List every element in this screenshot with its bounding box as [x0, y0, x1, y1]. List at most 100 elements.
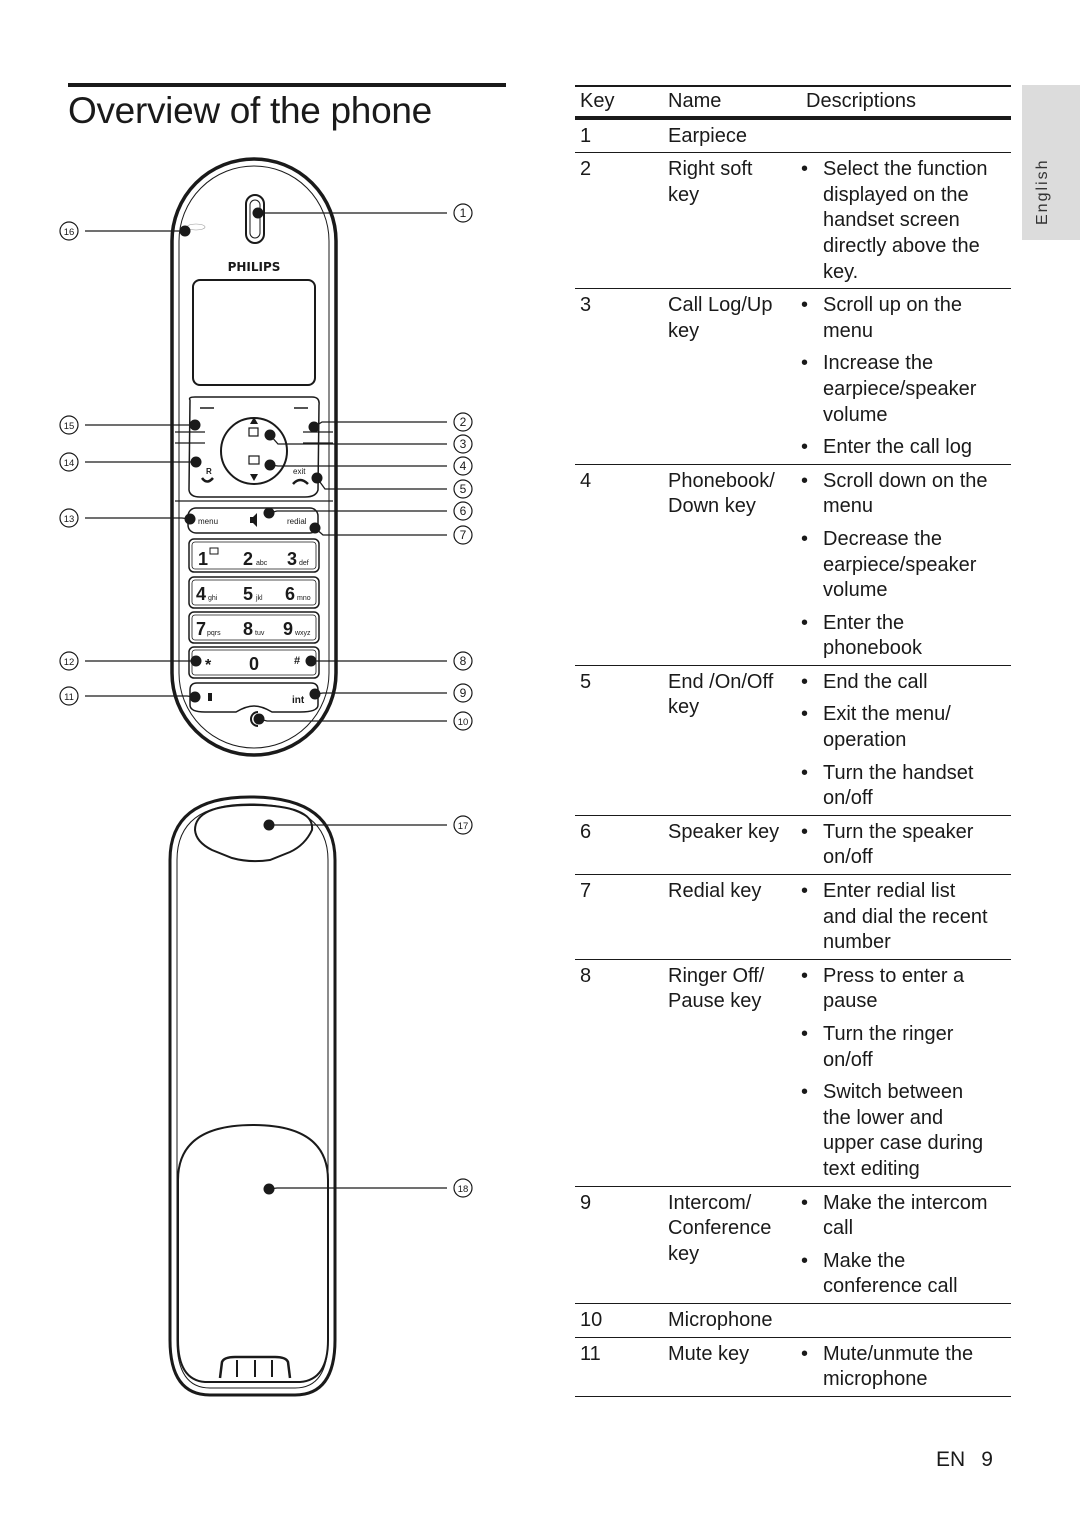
callout-dot: [305, 655, 317, 667]
callout-number: 17: [458, 821, 469, 832]
recall-key-label: R: [206, 467, 212, 476]
language-tab[interactable]: English: [1022, 85, 1080, 240]
table-row: 6 Speaker key • Turn the speaker on/off: [575, 815, 1011, 876]
callout-number: 1: [460, 206, 467, 220]
callout-number: 11: [64, 692, 74, 703]
callout-number: 8: [460, 654, 467, 668]
bullet-icon: •: [801, 761, 809, 784]
key-3-letters: def: [299, 560, 309, 567]
row-descriptions: • Make the intercom call • Make the confere…: [801, 1186, 1011, 1304]
row-descriptions: • Scroll down on the menu • Decrease the ea…: [801, 464, 1011, 666]
key-star: *: [205, 657, 212, 674]
row-name: Earpiece: [663, 117, 801, 154]
callout-dot: [263, 1183, 275, 1195]
key-6: 6: [285, 584, 295, 604]
callout-line: [85, 695, 196, 698]
row-name: Intercom/ Conference key: [663, 1186, 801, 1304]
phonebook-icon: [248, 455, 260, 465]
redial-key-label: redial: [287, 517, 307, 526]
display-screen: [192, 279, 316, 386]
callout-dot: [311, 472, 323, 484]
row-key: 10: [575, 1303, 663, 1338]
callout-dot: [264, 459, 276, 471]
callout-dot: [190, 456, 202, 468]
description-item: • Switch between the lower and upper case…: [801, 1080, 1011, 1182]
description-item: • Turn the handset on/off: [801, 761, 1011, 812]
callout-number: 2: [460, 415, 467, 429]
row-descriptions: • Enter redial list and dial the recent n…: [801, 874, 1011, 960]
bullet-icon: •: [801, 611, 809, 634]
row-key: 5: [575, 665, 663, 816]
row-key: 1: [575, 117, 663, 154]
bullet-icon: •: [801, 703, 809, 726]
callout-line: [269, 464, 447, 467]
key-1: 1: [198, 549, 208, 569]
description-item: • Enter the call log: [801, 435, 1011, 461]
callout-11: 11: [59, 686, 201, 706]
key-8-letters: tuv: [255, 630, 265, 637]
callout-18: 18: [263, 1178, 473, 1198]
description-item: • Press to enter a pause: [801, 964, 1011, 1015]
row-name: Phonebook/ Down key: [663, 464, 801, 666]
row-name: End /On/Off key: [663, 665, 801, 816]
table-row: 8 Ringer Off/ Pause key • Press to enter a …: [575, 959, 1011, 1187]
description-item: • Enter redial list and dial the recent n…: [801, 879, 1011, 956]
row-name: Right soft key: [663, 152, 801, 290]
callout-17: 17: [263, 815, 473, 835]
row-descriptions: [801, 117, 1011, 154]
key-3: 3: [287, 549, 297, 569]
callout-dot: [309, 688, 321, 700]
description-item: • Exit the menu/ operation: [801, 702, 1011, 753]
bullet-icon: •: [801, 469, 809, 492]
description-text: Make the intercom call: [823, 1191, 988, 1240]
row-name: Mute key: [663, 1337, 801, 1397]
row-descriptions: • End the call • Exit the menu/ operation • T…: [801, 665, 1011, 816]
key-hash: #: [294, 655, 300, 667]
menu-key-label: menu: [198, 517, 218, 526]
key-9-letters: wxyz: [294, 630, 311, 637]
callout-dot: [189, 419, 201, 431]
description-text: Decrease the earpiece/speaker volume: [823, 527, 977, 602]
callout-13: 13: [59, 508, 196, 528]
description-item: • Scroll down on the menu: [801, 469, 1011, 520]
bullet-icon: •: [801, 820, 809, 843]
bullet-icon: •: [801, 1249, 809, 1272]
description-text: End the call: [823, 670, 928, 693]
key-4: 4: [196, 584, 206, 604]
callout-10: 10: [253, 711, 473, 731]
description-text: Enter the phonebook: [823, 611, 922, 660]
callout-dot: [190, 655, 202, 667]
row-name: Redial key: [663, 874, 801, 960]
callout-number: 6: [460, 504, 467, 518]
bullet-icon: •: [801, 880, 809, 903]
bullet-icon: •: [801, 1191, 809, 1214]
key-7-letters: pqrs: [207, 630, 221, 637]
handset-back: [168, 795, 337, 1397]
key-9: 9: [283, 619, 293, 639]
callouts: 123456789101112131415161718: [59, 203, 473, 1198]
description-text: Mute/unmute the microphone: [823, 1342, 974, 1391]
table-row: 1 Earpiece: [575, 117, 1011, 154]
description-text: Switch between the lower and upper case …: [823, 1081, 984, 1180]
row-key: 8: [575, 959, 663, 1187]
callout-dot: [308, 421, 320, 433]
page-number: 9: [981, 1448, 993, 1471]
row-name: Ringer Off/ Pause key: [663, 959, 801, 1187]
intercom-key-label: int: [292, 695, 305, 706]
description-item: • End the call: [801, 670, 1011, 696]
callout-dot: [253, 713, 265, 725]
row-key: 9: [575, 1186, 663, 1304]
callout-dot: [179, 225, 191, 237]
key-5: 5: [243, 584, 253, 604]
table-row: 4 Phonebook/ Down key • Scroll down on the …: [575, 464, 1011, 666]
callout-8: 8: [305, 651, 473, 671]
key-5-letters: jkl: [255, 595, 263, 602]
callout-number: 5: [460, 482, 467, 496]
bullet-icon: •: [801, 527, 809, 550]
mute-icon: [208, 693, 212, 701]
description-item: • Decrease the earpiece/speaker volume: [801, 527, 1011, 604]
callout-number: 13: [64, 514, 75, 525]
talk-icon: [200, 477, 214, 483]
callout-number: 10: [458, 717, 469, 728]
callout-number: 15: [64, 421, 75, 432]
